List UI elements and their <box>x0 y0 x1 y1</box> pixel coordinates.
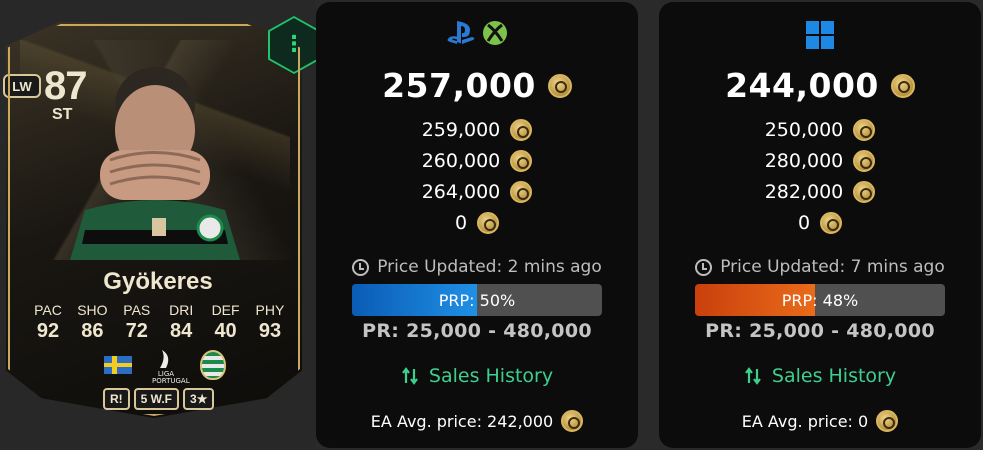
coin-icon <box>853 118 876 141</box>
price-value: 282,000 <box>764 180 844 203</box>
card-badges: LIGA PORTUGAL <box>104 350 226 385</box>
price-row: 0 <box>316 207 638 238</box>
role-chip: R! <box>103 388 130 410</box>
price-list: 259,000 260,000 264,000 0 <box>316 114 638 238</box>
alt-position-badge: LW <box>3 74 41 98</box>
more-vertical-icon: ⋮ <box>283 32 305 57</box>
stat-value: 92 <box>36 320 60 342</box>
card-chips: R! 5 W.F 3★ <box>103 388 215 410</box>
club-badge-icon <box>200 350 226 380</box>
price-value: 260,000 <box>421 149 501 172</box>
price-value: 280,000 <box>764 149 844 172</box>
price-list: 250,000 280,000 282,000 0 <box>659 114 981 238</box>
ea-average-price: EA Avg. price: 242,000 <box>316 410 638 432</box>
price-updated: Price Updated: 2 mins ago <box>316 257 638 277</box>
price-range: PR: 25,000 - 480,000 <box>705 320 935 342</box>
price-row: 260,000 <box>316 145 638 176</box>
player-position: ST <box>52 106 73 123</box>
price-value: 0 <box>797 211 811 234</box>
coin-icon <box>890 73 915 98</box>
stat-value: 86 <box>81 320 104 342</box>
player-name: Gyökeres <box>103 268 213 295</box>
stat-pac: PAC 92 <box>28 302 68 343</box>
stat-label: PAC <box>34 302 62 318</box>
stat-label: DEF <box>211 302 240 318</box>
player-rating: 87 <box>44 64 87 108</box>
stat-label: DRI <box>169 302 194 318</box>
lowest-price-value: 244,000 <box>725 66 879 105</box>
sales-history-label: Sales History <box>428 365 554 387</box>
stat-label: PHY <box>255 302 285 318</box>
coin-icon <box>853 180 876 203</box>
sort-arrows-icon <box>745 367 761 385</box>
stat-pas: PAS 72 <box>117 302 157 343</box>
stat-value: 40 <box>214 320 237 342</box>
lowest-price-value: 257,000 <box>382 66 536 105</box>
sales-history-link[interactable]: Sales History <box>659 365 981 387</box>
price-range: PR: 25,000 - 480,000 <box>362 320 592 342</box>
stat-value: 93 <box>258 320 282 342</box>
stat-def: DEF 40 <box>206 302 246 343</box>
platform-icons <box>316 20 638 46</box>
pc-price-panel: 244,000 250,000 280,000 282,000 0 Price … <box>659 2 981 448</box>
price-row: 280,000 <box>659 145 981 176</box>
player-image <box>70 67 240 260</box>
coin-icon <box>561 410 584 432</box>
lowest-price: 257,000 <box>316 66 638 105</box>
price-value: 264,000 <box>421 180 501 203</box>
price-value: 250,000 <box>764 118 844 141</box>
price-updated: Price Updated: 7 mins ago <box>659 257 981 277</box>
stat-label: PAS <box>123 302 151 318</box>
coin-icon <box>510 180 533 203</box>
coin-icon <box>547 73 572 98</box>
console-price-panel: 257,000 259,000 260,000 264,000 0 Price … <box>316 2 638 448</box>
price-row: 259,000 <box>316 114 638 145</box>
stat-value: 72 <box>125 320 148 342</box>
lowest-price: 244,000 <box>659 66 981 105</box>
ea-average-text: EA Avg. price: 0 <box>741 411 869 431</box>
clock-icon <box>695 258 713 276</box>
price-row: 0 <box>659 207 981 238</box>
skill-moves-chip: 3★ <box>183 388 215 410</box>
league-logo-icon: LIGA PORTUGAL <box>152 350 190 385</box>
ea-average-text: EA Avg. price: 242,000 <box>370 411 554 431</box>
price-updated-text: Price Updated: 2 mins ago <box>377 257 602 277</box>
stat-dri: DRI 84 <box>161 302 201 343</box>
nation-flag-icon <box>104 356 132 374</box>
prp-label: PRP: 48% <box>781 290 859 310</box>
prp-bar: PRP: 50% <box>352 284 602 316</box>
price-value: 259,000 <box>421 118 501 141</box>
price-row: 282,000 <box>659 176 981 207</box>
coin-icon <box>510 118 533 141</box>
coin-icon <box>876 410 899 432</box>
stat-label: SHO <box>77 302 108 318</box>
platform-icons <box>659 20 981 50</box>
xbox-icon <box>483 21 507 45</box>
sales-history-label: Sales History <box>771 365 897 387</box>
prp-label: PRP: 50% <box>438 290 516 310</box>
weak-foot-chip: 5 W.F <box>133 388 180 410</box>
league-label: LIGA PORTUGAL <box>152 369 190 386</box>
playstation-icon <box>447 21 475 44</box>
stat-phy: PHY 93 <box>250 302 290 343</box>
price-row: 264,000 <box>316 176 638 207</box>
player-card-area: LW 87 ST ⋮ Gyökeres PAC 92 SHO 86 PAS 72… <box>0 0 320 450</box>
price-value: 0 <box>454 211 468 234</box>
sales-history-link[interactable]: Sales History <box>316 365 638 387</box>
ea-average-price: EA Avg. price: 0 <box>659 410 981 432</box>
sort-arrows-icon <box>402 367 418 385</box>
clock-icon <box>352 258 370 276</box>
stat-sho: SHO 86 <box>72 302 112 343</box>
stats-row: PAC 92 SHO 86 PAS 72 DRI 84 DEF 40 PHY 9… <box>28 302 290 343</box>
price-updated-text: Price Updated: 7 mins ago <box>720 257 945 277</box>
coin-icon <box>477 211 500 234</box>
price-row: 250,000 <box>659 114 981 145</box>
prp-bar: PRP: 48% <box>695 284 945 316</box>
stat-value: 84 <box>170 320 193 342</box>
coin-icon <box>853 149 876 172</box>
coin-icon <box>510 149 533 172</box>
windows-icon <box>806 21 834 49</box>
coin-icon <box>820 211 843 234</box>
